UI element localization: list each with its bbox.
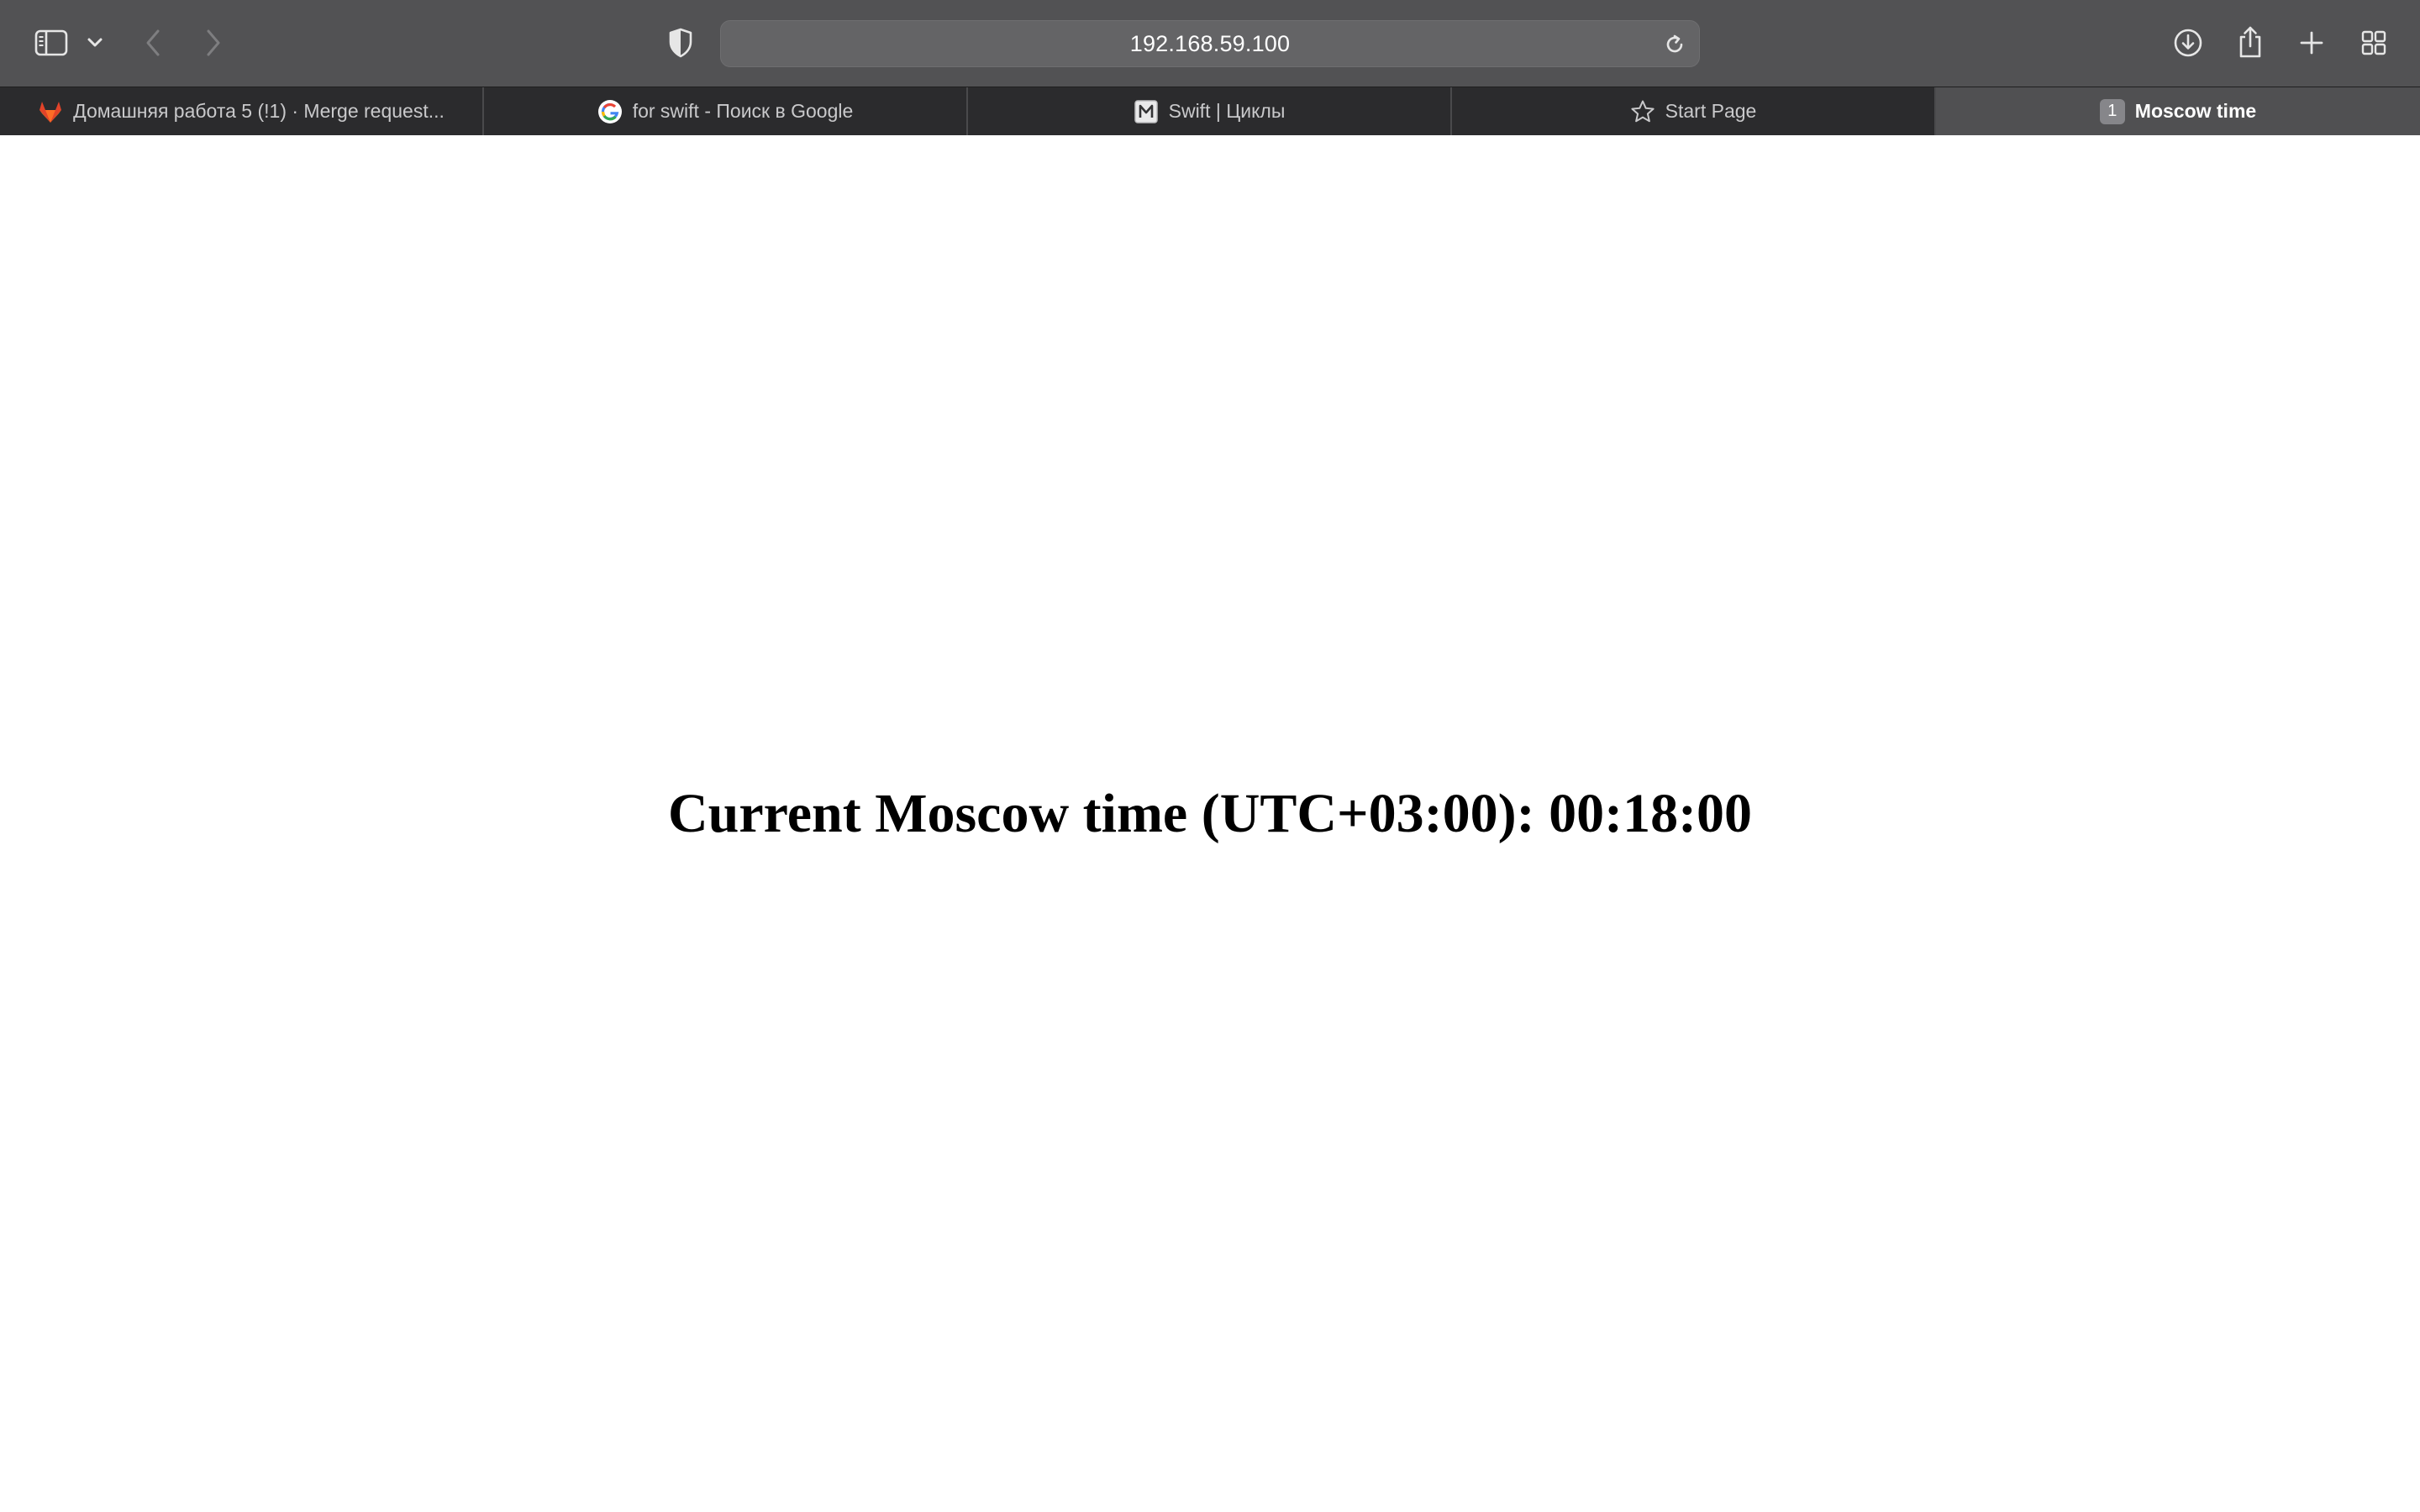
gitlab-icon [38,99,63,124]
new-tab-button[interactable] [2294,25,2329,60]
tab-swift-cycles[interactable]: Swift | Циклы [968,87,1452,135]
chevron-down-icon [87,37,103,49]
chevron-left-icon [144,29,162,57]
page-heading: Current Moscow time (UTC+03:00): 00:18:0… [667,783,1753,844]
reload-button[interactable] [1660,30,1689,59]
share-icon [2237,25,2264,59]
reload-icon [1663,33,1686,56]
share-button[interactable] [2232,22,2269,62]
browser-toolbar: 192.168.59.100 [0,0,2420,87]
tab-google-search[interactable]: for swift - Поиск в Google [484,87,968,135]
tab-label: Start Page [1665,100,1757,122]
tab-label: Домашняя работа 5 (!1) · Merge request..… [73,100,445,122]
plus-icon [2299,30,2324,55]
sidebar-icon [34,29,68,56]
forward-button[interactable] [198,24,229,62]
page-content: Current Moscow time (UTC+03:00): 00:18:0… [0,135,2420,1512]
tab-label: Moscow time [2134,100,2257,122]
tab-label: for swift - Поиск в Google [632,100,854,122]
sidebar-toggle-button[interactable] [32,26,71,60]
tab-gitlab-merge-request[interactable]: Домашняя работа 5 (!1) · Merge request..… [0,87,484,135]
download-icon [2173,28,2203,58]
browser-window: 192.168.59.100 Домашняя работа 5 (!1) · … [0,0,2420,1512]
downloads-button[interactable] [2170,24,2207,61]
back-button[interactable] [138,24,168,62]
tab-label: Swift | Циклы [1168,100,1286,122]
sidebar-menu-button[interactable] [84,30,106,55]
chevron-right-icon [204,29,223,57]
tab-overview-button[interactable] [2356,25,2391,60]
address-text: 192.168.59.100 [1129,30,1291,56]
metanit-icon [1134,99,1159,124]
tab-number-badge: 1 [2099,98,2125,124]
address-bar[interactable]: 192.168.59.100 [720,20,1700,67]
tab-start-page[interactable]: Start Page [1452,87,1936,135]
shield-icon [668,28,693,58]
privacy-report-button[interactable] [664,24,697,61]
tab-bar: Домашняя работа 5 (!1) · Merge request..… [0,87,2420,135]
google-icon [597,99,623,124]
tab-moscow-time[interactable]: 1 Moscow time [1936,87,2420,135]
grid-icon [2360,29,2387,56]
star-icon [1630,99,1655,124]
